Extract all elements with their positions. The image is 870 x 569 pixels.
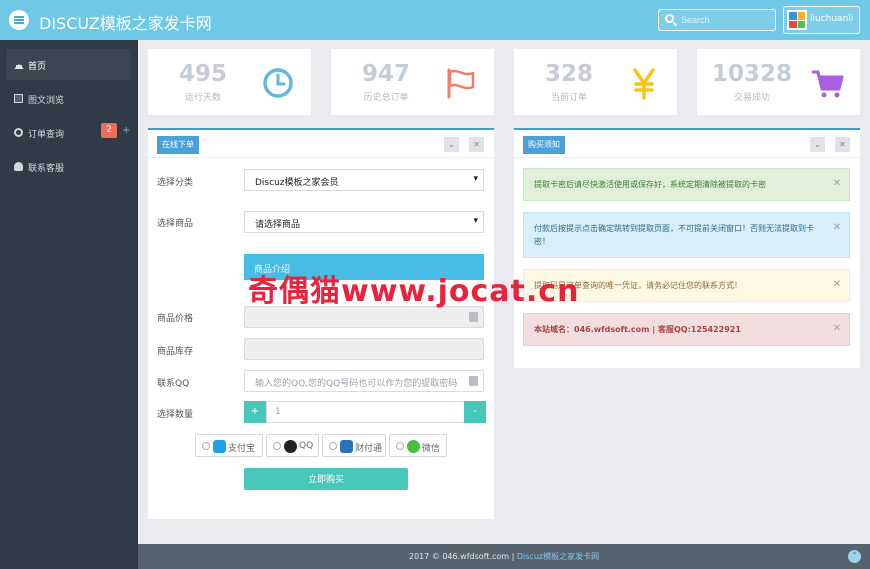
- footer-copyright: 2017 © 046.wfdsoft.com |: [408, 552, 517, 561]
- category-label: 选择分类: [157, 178, 194, 188]
- notice-alert: 本站域名：046.wfdsoft.com | 客服QQ:125422921 ✕: [523, 313, 850, 346]
- cart-icon: [812, 70, 844, 98]
- user-icon: [14, 162, 23, 171]
- wechat-icon: [407, 440, 420, 453]
- search-box[interactable]: [658, 9, 776, 31]
- collapse-icon[interactable]: ⌄: [444, 137, 459, 152]
- sidebar: 首页 图文浏览 订单查询 2 + 联系客服: [0, 40, 138, 569]
- stat-caption: 交易成功: [733, 93, 770, 103]
- buy-now-button[interactable]: 立即购买: [244, 468, 408, 490]
- payment-label: QQ: [299, 441, 314, 451]
- user-menu[interactable]: liuchuanli: [783, 6, 860, 34]
- radio-button[interactable]: [396, 442, 404, 450]
- close-icon[interactable]: ✕: [469, 137, 484, 152]
- alert-text: 本站域名：046.wfdsoft.com | 客服QQ:125422921: [534, 325, 741, 334]
- avatar: [787, 10, 807, 30]
- sidebar-item-orders[interactable]: 订单查询 2 +: [6, 117, 131, 148]
- picture-icon: [14, 94, 23, 103]
- stat-card-total-orders: 947 历史总订单: [331, 49, 494, 115]
- product-select[interactable]: 请选择商品: [244, 211, 484, 233]
- site-title: DISCUZ模板之家发卡网: [39, 14, 212, 33]
- stock-label: 商品库存: [157, 347, 194, 357]
- alert-text: 付款后按提示点击确定跳转到提取页面，不可提前关闭窗口！否则无法提取到卡密！: [534, 224, 814, 246]
- qq-placeholder: 输入您的QQ,您的QQ号码也可以作为您的提取密码: [255, 379, 458, 389]
- home-icon: [14, 60, 24, 69]
- top-bar: DISCUZ模板之家发卡网 liuchuanli: [0, 0, 870, 40]
- stat-caption: 运行天数: [184, 93, 221, 103]
- flag-icon: [447, 68, 475, 99]
- order-count-badge: 2: [101, 123, 117, 138]
- notice-alert: 提取卡密后请尽快激活使用或保存好，系统定期清除被提取的卡密 ✕: [523, 168, 850, 201]
- yen-icon: [633, 68, 655, 100]
- stat-value: 10328: [711, 61, 793, 87]
- quantity-input[interactable]: 1: [266, 401, 466, 423]
- stat-value: 947: [361, 61, 410, 87]
- radio-button[interactable]: [273, 442, 281, 450]
- close-icon[interactable]: ✕: [833, 221, 841, 234]
- stat-card-days: 495 运行天数: [148, 49, 311, 115]
- stat-caption: 历史总订单: [363, 93, 409, 103]
- qq-input[interactable]: 输入您的QQ,您的QQ号码也可以作为您的提取密码: [244, 370, 484, 392]
- payment-label: 支付宝: [228, 444, 256, 454]
- notice-panel: 购买须知 ⌄ ✕ 提取卡密后请尽快激活使用或保存好，系统定期清除被提取的卡密 ✕…: [514, 128, 860, 368]
- menu-toggle-icon[interactable]: [9, 10, 29, 30]
- notice-alert: 付款后按提示点击确定跳转到提取页面，不可提前关闭窗口！否则无法提取到卡密！ ✕: [523, 212, 850, 258]
- panel-title: 在线下单: [157, 136, 199, 154]
- panel-title: 购买须知: [523, 136, 565, 154]
- payment-label: 财付通: [355, 444, 383, 454]
- category-select[interactable]: Discuz模板之家会员: [244, 169, 484, 191]
- qq-label: 联系QQ: [157, 379, 190, 389]
- payment-label: 微信: [422, 444, 441, 454]
- tenpay-icon: [340, 440, 353, 453]
- sidebar-item-home[interactable]: 首页: [6, 49, 131, 80]
- panel-header: 在线下单 ⌄ ✕: [148, 130, 494, 158]
- stat-value: 495: [178, 61, 227, 87]
- panel-header: 购买须知 ⌄ ✕: [514, 130, 860, 158]
- stat-card-current-orders: 328 当前订单: [514, 49, 677, 115]
- sidebar-item-label: 图文浏览: [28, 96, 65, 106]
- scroll-to-top-icon[interactable]: ⌃: [848, 550, 861, 563]
- close-icon[interactable]: ✕: [833, 322, 841, 335]
- quantity-increase-button[interactable]: +: [244, 401, 266, 423]
- radio-button[interactable]: [202, 442, 210, 450]
- sidebar-item-label: 联系客服: [28, 164, 65, 174]
- payment-option-alipay[interactable]: 支付宝: [195, 434, 263, 457]
- search-icon: [665, 14, 674, 23]
- sidebar-item-support[interactable]: 联系客服: [6, 151, 131, 182]
- close-icon[interactable]: ✕: [833, 278, 841, 291]
- edit-icon: [469, 376, 478, 386]
- alipay-icon: [213, 440, 226, 453]
- product-label: 选择商品: [157, 219, 194, 229]
- price-label: 商品价格: [157, 314, 194, 324]
- search-input[interactable]: [681, 12, 771, 28]
- quantity-label: 选择数量: [157, 410, 194, 420]
- payment-option-wechat[interactable]: 微信: [389, 434, 447, 457]
- stat-caption: 当前订单: [550, 93, 587, 103]
- stat-value: 328: [544, 61, 593, 87]
- sidebar-item-label: 订单查询: [28, 130, 65, 140]
- order-panel: 在线下单 ⌄ ✕ 选择分类 Discuz模板之家会员 选择商品 请选择商品 商品…: [148, 128, 494, 519]
- expand-icon[interactable]: +: [122, 125, 130, 136]
- quantity-decrease-button[interactable]: -: [464, 401, 486, 423]
- close-icon[interactable]: ✕: [833, 177, 841, 190]
- radio-button[interactable]: [329, 442, 337, 450]
- qq-icon: [284, 440, 297, 453]
- close-icon[interactable]: ✕: [835, 137, 850, 152]
- footer: 2017 © 046.wfdsoft.com | Discuz模板之家发卡网: [138, 544, 870, 569]
- search-icon: [14, 128, 23, 137]
- payment-option-qq[interactable]: QQ: [266, 434, 319, 457]
- alert-text: 提取卡密后请尽快激活使用或保存好，系统定期清除被提取的卡密: [534, 180, 766, 189]
- collapse-icon[interactable]: ⌄: [810, 137, 825, 152]
- sidebar-item-label: 首页: [28, 62, 47, 72]
- username: liuchuanli: [810, 14, 854, 24]
- clock-icon: [263, 68, 293, 98]
- payment-option-tenpay[interactable]: 财付通: [322, 434, 386, 457]
- footer-link[interactable]: Discuz模板之家发卡网: [517, 552, 599, 561]
- watermark: 奇偶猫www.jocat.cn: [248, 274, 580, 309]
- sidebar-item-gallery[interactable]: 图文浏览: [6, 83, 131, 114]
- stock-field: [244, 338, 484, 360]
- edit-icon: [469, 312, 478, 322]
- stat-card-success: 10328 交易成功: [697, 49, 860, 115]
